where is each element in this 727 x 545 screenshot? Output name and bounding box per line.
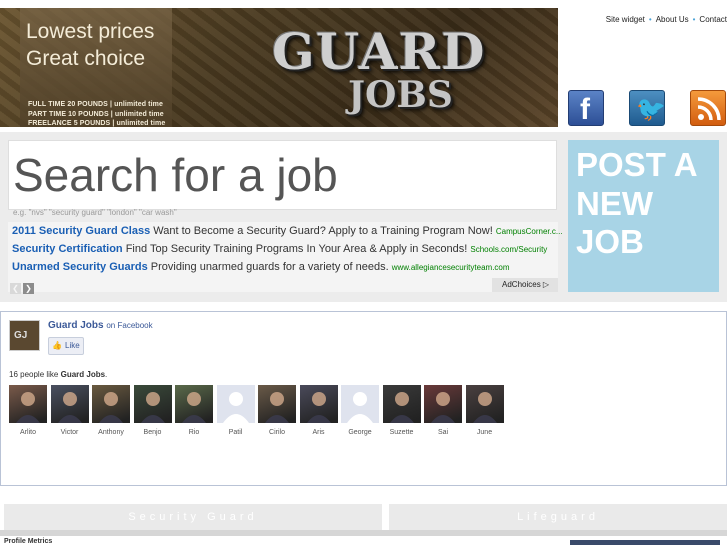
avatar[interactable] [341, 385, 379, 423]
fan-item[interactable]: Victor [50, 385, 89, 436]
ad-url[interactable]: www.allegiancesecurityteam.com [392, 263, 510, 272]
bottom-banner-image [570, 540, 720, 545]
fb-on-facebook-label: on Facebook [106, 321, 153, 330]
search-input[interactable] [9, 141, 556, 209]
section-divider [0, 530, 727, 536]
fan-name[interactable]: Anthony [92, 429, 130, 436]
avatar[interactable] [133, 385, 172, 423]
fan-item[interactable]: June [465, 385, 504, 436]
post-job-line-2: NEW [576, 185, 653, 222]
price-line-full-time: FULL TIME 20 POUNDS | unlimited time [28, 101, 163, 108]
fb-count-prefix: 16 people like [9, 370, 61, 379]
fan-name[interactable]: Suzette [383, 429, 421, 436]
ad-item[interactable]: Unarmed Security Guards Providing unarme… [12, 261, 510, 273]
search-box [8, 140, 557, 210]
ad-text: Find Top Security Training Programs In Y… [125, 243, 468, 255]
ad-pager: ❮ ❯ [10, 278, 36, 296]
avatar[interactable] [465, 385, 504, 423]
nav-about-us[interactable]: About Us [656, 15, 689, 24]
fan-name[interactable]: Sai [424, 429, 462, 436]
ad-url[interactable]: CampusCorner.c... [496, 227, 563, 236]
fan-name[interactable]: Patil [217, 429, 255, 436]
ad-text: Providing unarmed guards for a variety o… [150, 261, 389, 273]
fan-name[interactable]: Cirilo [258, 429, 296, 436]
category-security-guard[interactable]: Security Guard [4, 504, 382, 530]
tagline-lowest-prices: Lowest prices [26, 20, 155, 43]
avatar[interactable] [92, 385, 130, 423]
avatar[interactable] [216, 385, 255, 423]
rss-glyph [697, 97, 721, 121]
header-banner: Lowest prices Great choice FULL TIME 20 … [0, 8, 558, 127]
price-line-freelance: FREELANCE 5 POUNDS | unlimited time [28, 120, 166, 127]
ad-block: 2011 Security Guard Class Want to Become… [8, 222, 563, 294]
fan-name[interactable]: June [466, 429, 504, 436]
fb-like-button[interactable]: Like [48, 337, 84, 355]
post-job-line-1: POST A [576, 146, 698, 183]
post-job-line-3: JOB [576, 223, 644, 260]
fan-item[interactable]: Benjo [133, 385, 172, 436]
guard-jobs-logo[interactable]: GUARD JOBS [272, 22, 484, 122]
ad-title[interactable]: 2011 Security Guard Class [12, 225, 150, 237]
fan-item[interactable]: Arlito [9, 385, 47, 436]
chevron-left-icon[interactable]: ❮ [10, 283, 21, 294]
nav-separator: • [648, 15, 652, 24]
ad-title[interactable]: Security Certification [12, 243, 123, 255]
facebook-like-box: Guard Jobs on Facebook Like 16 people li… [0, 311, 727, 486]
fan-item[interactable]: Rio [175, 385, 213, 436]
top-navigation: Site widget • About Us • Contact [606, 15, 727, 24]
avatar[interactable] [258, 385, 296, 423]
fan-name[interactable]: George [341, 429, 379, 436]
rss-icon[interactable] [690, 90, 726, 126]
logo-guard-text: GUARD [272, 22, 486, 81]
fb-count-suffix: . [105, 370, 108, 379]
ad-url[interactable]: Schools.com/Security [470, 245, 547, 254]
nav-contact[interactable]: Contact [699, 15, 727, 24]
adchoices-button[interactable]: AdChoices ▷ [492, 278, 558, 292]
fan-name[interactable]: Victor [51, 429, 89, 436]
ad-title[interactable]: Unarmed Security Guards [12, 261, 148, 273]
twitter-icon[interactable]: 🐦 [629, 90, 666, 126]
nav-separator: • [692, 15, 696, 24]
page-avatar[interactable] [9, 320, 40, 351]
fan-item[interactable]: George [341, 385, 379, 436]
tagline-great-choice: Great choice [26, 47, 146, 70]
logo-jobs-text: JOBS [348, 74, 453, 116]
avatar[interactable] [424, 385, 462, 423]
facebook-icon[interactable]: f [568, 90, 604, 126]
ad-item[interactable]: 2011 Security Guard Class Want to Become… [12, 225, 563, 237]
fan-name[interactable]: Benjo [134, 429, 172, 436]
fan-item[interactable]: Suzette [382, 385, 421, 436]
fb-page-link[interactable]: Guard Jobs [48, 320, 104, 331]
fb-page-title: Guard Jobs on Facebook [48, 320, 153, 331]
ad-item[interactable]: Security Certification Find Top Security… [12, 243, 547, 255]
fan-item[interactable]: Patil [216, 385, 255, 436]
avatar[interactable] [9, 385, 47, 423]
fan-item[interactable]: Sai [424, 385, 462, 436]
avatar[interactable] [382, 385, 421, 423]
fb-count-page: Guard Jobs [60, 370, 106, 379]
ad-text: Want to Become a Security Guard? Apply t… [153, 225, 493, 237]
price-line-part-time: PART TIME 10 POUNDS | unlimited time [28, 110, 164, 118]
fb-like-count: 16 people like Guard Jobs. [9, 370, 107, 379]
profile-metrics-heading: Profile Metrics [4, 538, 53, 545]
fan-name[interactable]: Aris [300, 429, 338, 436]
chevron-right-icon[interactable]: ❯ [23, 283, 34, 294]
fan-list: Arlito Victor Anthony Benjo Rio Patil Cirilo Ar… [9, 385, 509, 445]
fan-name[interactable]: Arlito [9, 429, 47, 436]
search-hint: e.g. "nvs" "security guard" "london" "ca… [13, 208, 177, 217]
fan-item[interactable]: Anthony [92, 385, 130, 436]
fan-item[interactable]: Aris [299, 385, 338, 436]
post-new-job-button[interactable]: POST A NEW JOB [568, 140, 719, 292]
facebook-glyph: f [580, 93, 590, 126]
fan-name[interactable]: Rio [175, 429, 213, 436]
avatar[interactable] [175, 385, 213, 423]
twitter-glyph: 🐦 [636, 96, 666, 123]
avatar[interactable] [299, 385, 338, 423]
nav-site-widget[interactable]: Site widget [606, 15, 645, 24]
avatar[interactable] [50, 385, 89, 423]
price-list: FULL TIME 20 POUNDS | unlimited time PAR… [28, 100, 165, 127]
fan-item[interactable]: Cirilo [258, 385, 296, 436]
category-lifeguard[interactable]: Lifeguard [389, 504, 727, 530]
